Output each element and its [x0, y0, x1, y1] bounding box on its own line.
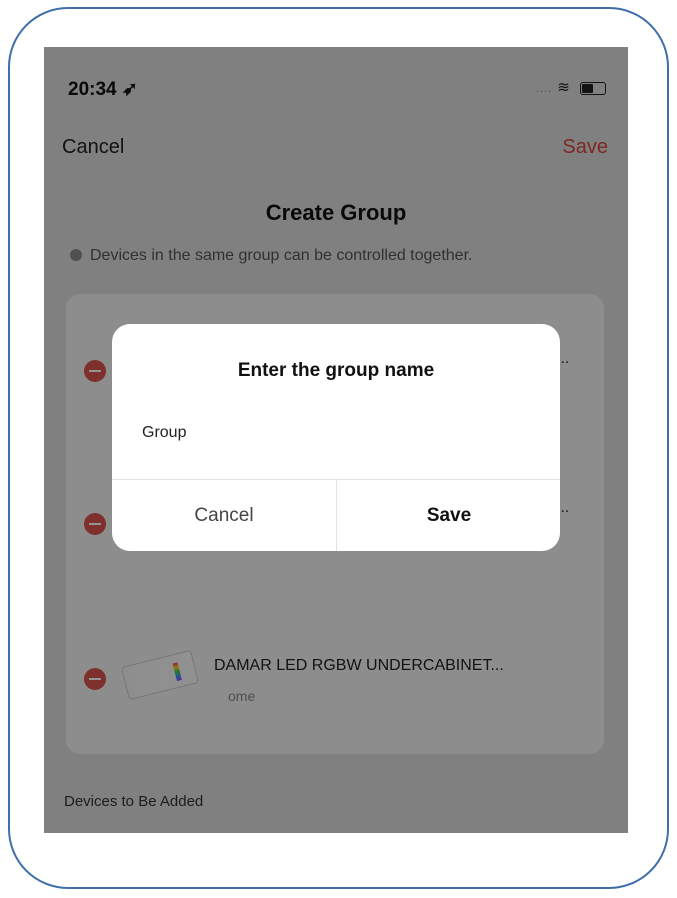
- phone-screen: 20:34 ➶ .... ≋ Cancel Save Create Group …: [44, 47, 628, 833]
- status-indicators: .... ≋: [536, 78, 606, 96]
- group-name-input[interactable]: [142, 424, 522, 442]
- info-note: Devices in the same group can be control…: [70, 247, 472, 265]
- dialog-title: Enter the group name: [237, 360, 435, 381]
- dialog-save-button[interactable]: Save: [337, 480, 560, 551]
- info-icon: [70, 249, 82, 261]
- wifi-icon: ≋: [557, 79, 571, 96]
- device-room: ome: [228, 688, 256, 704]
- page-title: Create Group: [265, 200, 407, 225]
- battery-icon: [580, 81, 606, 95]
- nav-save-button[interactable]: Save: [562, 136, 608, 159]
- dialog-cancel-button[interactable]: Cancel: [112, 480, 336, 551]
- status-time: 20:34 ➶: [68, 79, 138, 100]
- remove-device-icon[interactable]: [84, 360, 106, 382]
- info-note-text: Devices in the same group can be control…: [90, 247, 473, 264]
- nav-cancel-button[interactable]: Cancel: [62, 136, 124, 159]
- signal-dots: ....: [535, 83, 553, 95]
- location-arrow-icon: ➶: [121, 79, 138, 100]
- section-label: Devices to Be Added: [64, 793, 204, 810]
- device-name: DAMAR LED RGBW UNDERCABINET...: [214, 657, 504, 674]
- remove-device-icon[interactable]: [84, 668, 106, 690]
- group-name-dialog: Enter the group name Cancel Save: [112, 324, 560, 551]
- remove-device-icon[interactable]: [84, 513, 106, 535]
